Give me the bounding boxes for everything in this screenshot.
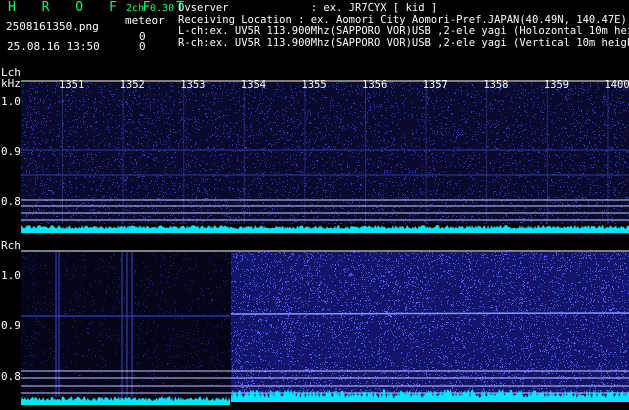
lch-y-tick-label: 0.9 bbox=[1, 145, 21, 158]
lch-time-band bbox=[62, 82, 63, 224]
rch-y-tick-label: 0.9 bbox=[1, 319, 21, 332]
lch-time-band bbox=[304, 82, 306, 224]
lch-time-band bbox=[243, 82, 245, 224]
rch-time-band bbox=[55, 252, 57, 397]
time-tick-label: 1400 bbox=[604, 79, 629, 91]
lch-time-band bbox=[486, 82, 488, 224]
rch-time-band bbox=[121, 252, 123, 397]
rch-label: Rch bbox=[1, 239, 21, 252]
spectrogram-canvas bbox=[21, 80, 629, 405]
lch-time-band bbox=[122, 82, 124, 224]
lch-time-band bbox=[183, 82, 185, 224]
lch-time-band bbox=[607, 82, 609, 224]
time-tick-label: 1351 bbox=[59, 79, 85, 91]
lch-time-band bbox=[425, 82, 427, 224]
lch-noise-floor bbox=[21, 225, 629, 233]
rch-time-band bbox=[58, 252, 60, 397]
lch-time-band bbox=[365, 82, 366, 224]
rch-time-band bbox=[131, 252, 133, 397]
spectrogram-background bbox=[21, 82, 629, 224]
time-tick-label: 1359 bbox=[543, 79, 570, 91]
rch-time-band bbox=[126, 252, 128, 397]
time-tick-label: 1358 bbox=[483, 79, 509, 91]
time-tick-label: 1354 bbox=[240, 79, 267, 91]
lch-y-tick-label: 0.8 bbox=[1, 195, 21, 208]
lch-spectrogram bbox=[21, 80, 629, 233]
rch-carrier-line bbox=[230, 312, 629, 315]
time-tick-label: 1356 bbox=[362, 79, 388, 91]
time-tick-label: 1357 bbox=[422, 79, 448, 91]
time-tick-label: 1352 bbox=[119, 79, 145, 91]
rch-y-tick-label: 1.0 bbox=[1, 269, 21, 282]
time-tick-label: 1353 bbox=[180, 79, 206, 91]
rch-spectrogram bbox=[21, 250, 629, 405]
rch-noise-floor bbox=[21, 396, 230, 405]
lch-unit-label: kHz bbox=[1, 77, 21, 90]
lch-time-band bbox=[546, 82, 548, 224]
time-tick-label: 1355 bbox=[301, 79, 327, 91]
rch-y-tick-label: 0.8 bbox=[1, 370, 21, 383]
lch-y-tick-label: 1.0 bbox=[1, 95, 21, 108]
